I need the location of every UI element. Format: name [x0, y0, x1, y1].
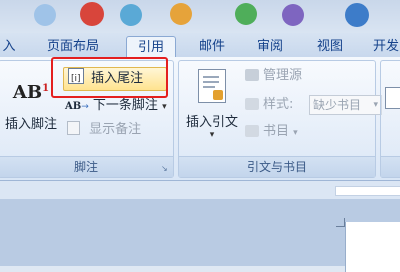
tab-page-layout[interactable]: 页面布局 — [40, 36, 106, 57]
citations-group: 插入引文 ▾ 管理源 样式: 缺少书目 ▾ 书目 ▾ 引文与书目 — [178, 60, 382, 178]
app-icon[interactable] — [282, 4, 304, 26]
manage-sources-icon — [245, 69, 259, 81]
tab-view[interactable]: 视图 — [310, 36, 350, 57]
chevron-down-icon: ▾ — [373, 100, 378, 110]
footnotes-group-label: 脚注 — [0, 156, 173, 177]
show-notes-icon — [67, 121, 80, 135]
next-footnote-label: 下一条脚注 — [92, 98, 158, 113]
tab-mailings[interactable]: 邮件 — [192, 36, 232, 57]
insert-citation-label: 插入引文 — [185, 115, 238, 130]
citation-icon — [198, 69, 226, 103]
style-icon — [245, 98, 259, 110]
show-notes-label: 显示备注 — [89, 122, 142, 137]
ribbon-tab-row: 入 页面布局 引用 邮件 审阅 视图 开发 — [0, 33, 400, 58]
footnote-icon-sup: 1 — [42, 83, 50, 94]
app-icon[interactable] — [80, 2, 104, 26]
caption-icon[interactable] — [385, 87, 400, 109]
bibliography-button[interactable]: 书目 ▾ — [245, 123, 298, 141]
app-icon[interactable] — [235, 3, 257, 25]
ruler-bar — [335, 186, 400, 196]
tab-developer[interactable]: 开发 — [366, 36, 400, 57]
footnote-icon-text: AB — [12, 82, 43, 103]
dropdown-arrow-icon: ▾ — [162, 102, 167, 112]
app-icon[interactable] — [170, 3, 192, 25]
dialog-launcher-icon[interactable]: ↘ — [161, 164, 170, 173]
citation-style-control: 样式: — [245, 95, 293, 115]
next-footnote-button[interactable]: AB→ 下一条脚注 ▾ — [63, 97, 167, 115]
page-corner-mark — [336, 218, 345, 227]
manage-sources-label: 管理源 — [263, 68, 303, 83]
captions-group-partial — [380, 60, 400, 178]
style-select-value: 缺少书目 — [313, 98, 362, 112]
quick-access-strip — [0, 0, 400, 33]
show-notes-button[interactable]: 显示备注 — [63, 121, 141, 139]
captions-group-label — [381, 156, 400, 177]
bibliography-icon — [245, 125, 259, 137]
ruler — [0, 181, 400, 200]
citations-group-label: 引文与书目 — [179, 156, 375, 177]
app-icon[interactable] — [120, 4, 142, 26]
highlight-box — [51, 57, 168, 98]
tab-references[interactable]: 引用 — [126, 36, 176, 58]
app-icon[interactable] — [345, 3, 369, 27]
app-icon[interactable] — [34, 4, 56, 26]
next-arrow-icon: → — [81, 102, 89, 112]
manage-sources-button[interactable]: 管理源 — [245, 67, 302, 85]
bibliography-label: 书目 — [263, 124, 290, 139]
insert-citation-button[interactable]: 插入引文 ▾ — [183, 69, 241, 140]
tab-insert[interactable]: 入 — [0, 36, 20, 57]
document-area — [0, 199, 400, 266]
dropdown-arrow-icon: ▾ — [293, 128, 298, 138]
insert-footnote-label: 插入脚注 — [4, 117, 57, 132]
document-page[interactable] — [345, 222, 400, 272]
tab-review[interactable]: 审阅 — [250, 36, 290, 57]
dropdown-arrow-icon: ▾ — [209, 130, 215, 140]
style-label: 样式: — [263, 97, 294, 112]
style-select[interactable]: 缺少书目 ▾ — [309, 95, 382, 115]
next-footnote-icon: AB — [65, 101, 82, 112]
